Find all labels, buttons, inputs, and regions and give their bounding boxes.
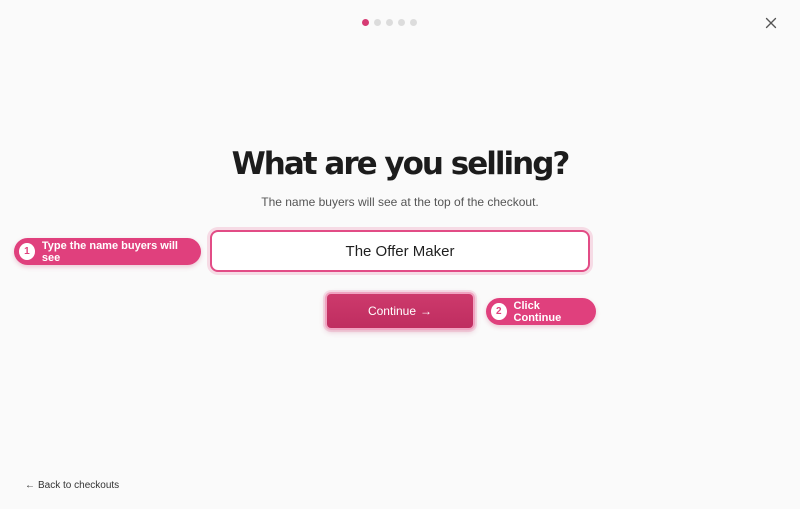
page-subtitle: The name buyers will see at the top of t… xyxy=(261,195,539,209)
checkout-setup-page: What are you selling? The name buyers wi… xyxy=(0,0,800,509)
step-2-label: Click Continue xyxy=(513,299,562,324)
step-1-number: 1 xyxy=(19,243,35,260)
back-link-label: Back to checkouts xyxy=(38,480,120,491)
page-title: What are you selling? xyxy=(231,146,571,182)
progress-dot-5 xyxy=(410,19,417,26)
close-button[interactable] xyxy=(762,14,780,32)
progress-dot-1 xyxy=(362,19,369,26)
progress-dot-2 xyxy=(374,19,381,26)
step-2-annotation: 2 Click Continue xyxy=(486,298,596,325)
progress-dot-4 xyxy=(398,19,405,26)
step-2-number: 2 xyxy=(491,303,507,320)
step-1-annotation: 1 Type the name buyers will see xyxy=(14,238,201,265)
offer-name-field xyxy=(210,230,590,272)
step-1-label: Type the name buyers will see xyxy=(41,239,178,264)
close-icon xyxy=(765,17,777,29)
progress-dots xyxy=(362,19,417,26)
continue-label: Continue xyxy=(367,304,417,318)
arrow-right-icon: → xyxy=(420,304,433,318)
arrow-left-icon: ← xyxy=(25,480,35,491)
back-to-checkouts-link[interactable]: ← Back to checkouts xyxy=(25,480,119,491)
progress-dot-3 xyxy=(386,19,393,26)
continue-button[interactable]: Continue → xyxy=(325,292,475,330)
offer-name-input[interactable] xyxy=(212,232,588,270)
